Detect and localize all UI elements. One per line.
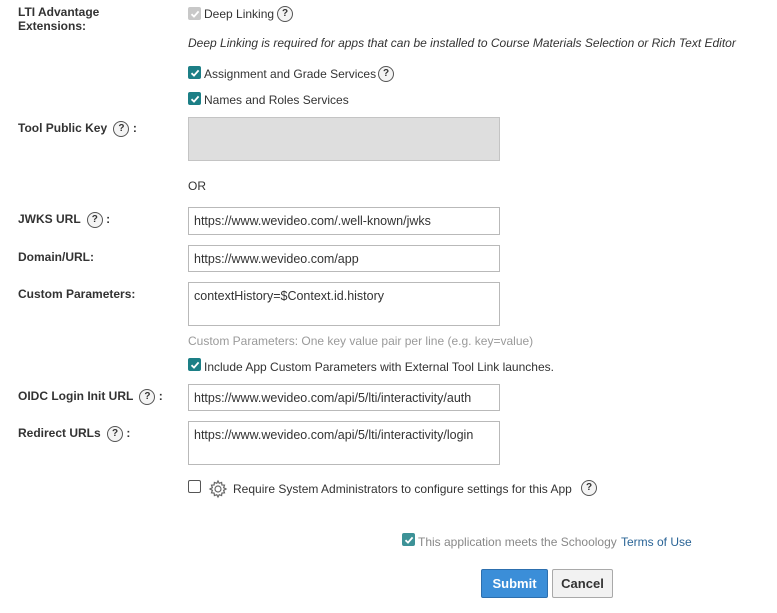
- nrs-checkbox[interactable]: [188, 92, 201, 105]
- terms-text: This application meets the Schoology: [418, 535, 617, 549]
- oidc-login-input[interactable]: https://www.wevideo.com/api/5/lti/intera…: [188, 384, 500, 411]
- domain-url-label: Domain/URL:: [18, 250, 94, 264]
- terms-checkbox[interactable]: [402, 533, 415, 546]
- jwks-url-input[interactable]: https://www.wevideo.com/.well-known/jwks: [188, 207, 500, 235]
- require-admin-checkbox[interactable]: [188, 480, 201, 493]
- gear-icon: [208, 479, 228, 499]
- include-custom-params-checkbox[interactable]: [188, 358, 201, 371]
- include-custom-params-label: Include App Custom Parameters with Exter…: [204, 360, 554, 374]
- terms-of-use-link[interactable]: Terms of Use: [621, 535, 692, 549]
- require-admin-label: Require System Administrators to configu…: [233, 482, 572, 496]
- custom-parameters-hint: Custom Parameters: One key value pair pe…: [188, 334, 534, 348]
- oidc-login-label: OIDC Login Init URL ? :: [18, 389, 163, 405]
- ags-checkbox[interactable]: [188, 66, 201, 79]
- cancel-button[interactable]: Cancel: [552, 569, 613, 598]
- or-separator: OR: [188, 179, 206, 193]
- deep-linking-checkbox: [188, 7, 201, 20]
- redirect-urls-textarea[interactable]: https://www.wevideo.com/api/5/lti/intera…: [188, 421, 500, 465]
- submit-button[interactable]: Submit: [481, 569, 548, 598]
- checkmark-icon: [190, 361, 199, 369]
- help-icon[interactable]: ?: [113, 121, 130, 137]
- custom-parameters-label: Custom Parameters:: [18, 287, 136, 301]
- custom-parameters-textarea[interactable]: contextHistory=$Context.id.history: [188, 282, 500, 326]
- deep-linking-label: Deep Linking: [204, 7, 275, 21]
- domain-url-input[interactable]: https://www.wevideo.com/app: [188, 245, 500, 272]
- help-icon[interactable]: ?: [378, 66, 394, 82]
- checkmark-icon: [190, 69, 199, 77]
- nrs-label: Names and Roles Services: [204, 93, 349, 107]
- tool-public-key-field: [188, 117, 500, 161]
- help-icon[interactable]: ?: [139, 389, 156, 405]
- redirect-urls-label: Redirect URLs ? :: [18, 426, 131, 442]
- help-icon[interactable]: ?: [107, 426, 124, 442]
- checkmark-icon: [404, 536, 413, 544]
- help-icon[interactable]: ?: [581, 480, 597, 496]
- tool-public-key-label: Tool Public Key ? :: [18, 121, 137, 137]
- deep-linking-note: Deep Linking is required for apps that c…: [188, 36, 736, 50]
- checkmark-icon: [190, 10, 199, 18]
- jwks-url-label: JWKS URL ? :: [18, 212, 111, 228]
- checkmark-icon: [190, 95, 199, 103]
- ags-label: Assignment and Grade Services: [204, 67, 377, 81]
- help-icon[interactable]: ?: [277, 6, 293, 22]
- lti-extensions-label: LTI Advantage Extensions:: [18, 5, 100, 33]
- help-icon[interactable]: ?: [86, 212, 103, 228]
